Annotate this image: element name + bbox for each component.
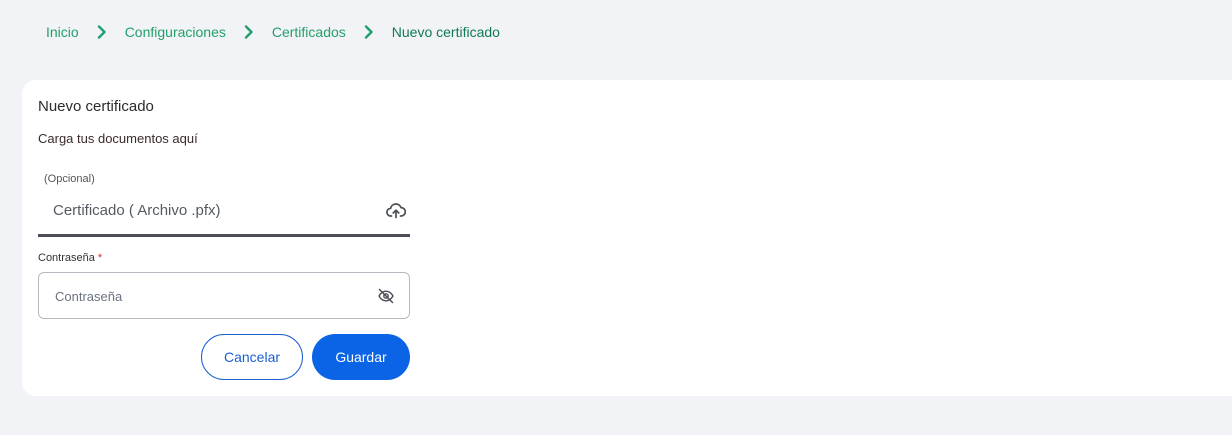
card-subtitle: Carga tus documentos aquí — [38, 131, 198, 146]
chevron-right-icon — [364, 25, 374, 39]
file-field-placeholder: Certificado ( Archivo .pfx) — [53, 202, 221, 219]
file-field-hint: (Opcional) — [44, 173, 95, 185]
breadcrumb: Inicio Configuraciones Certificados Nuev… — [46, 24, 500, 40]
chevron-right-icon — [244, 25, 254, 39]
eye-off-icon[interactable] — [377, 287, 395, 305]
breadcrumb-certificados[interactable]: Certificados — [272, 24, 346, 40]
password-field[interactable] — [38, 272, 410, 319]
card-title: Nuevo certificado — [38, 98, 154, 115]
required-mark: * — [97, 252, 103, 264]
save-button[interactable]: Guardar — [312, 334, 410, 380]
breadcrumb-configuraciones[interactable]: Configuraciones — [125, 24, 226, 40]
breadcrumb-current: Nuevo certificado — [391, 24, 500, 40]
breadcrumb-inicio[interactable]: Inicio — [46, 24, 79, 40]
certificate-file-field[interactable]: (Opcional) Certificado ( Archivo .pfx) — [38, 168, 410, 237]
cloud-upload-icon[interactable] — [386, 202, 407, 220]
cancel-button[interactable]: Cancelar — [201, 334, 303, 380]
password-label-text: Contraseña — [38, 252, 95, 264]
password-input[interactable] — [53, 285, 357, 307]
certificate-form-card: Nuevo certificado Carga tus documentos a… — [22, 80, 1232, 396]
password-label: Contraseña * — [38, 252, 102, 264]
chevron-right-icon — [97, 25, 107, 39]
